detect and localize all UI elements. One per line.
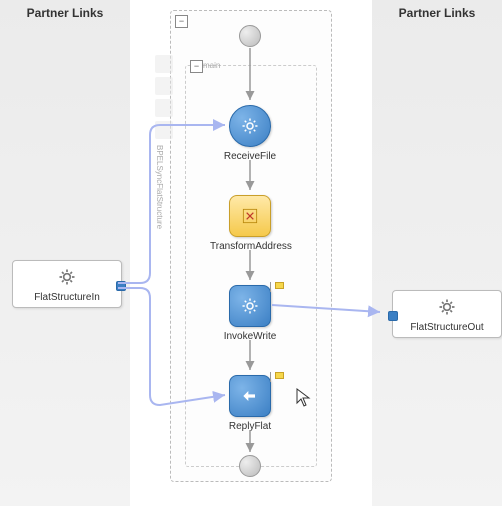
partnerlink-in-label: FlatStructureIn: [17, 292, 117, 303]
reply-activity[interactable]: ReplyFlat: [210, 375, 290, 432]
gear-icon: [241, 297, 259, 315]
transform-glyph-icon: [240, 206, 260, 226]
port-icon[interactable]: [116, 281, 126, 291]
gear-icon: [437, 297, 457, 317]
receive-icon: [229, 105, 271, 147]
partner-column-left: Partner Links: [0, 0, 130, 506]
partnerlink-out-label: FlatStructureOut: [397, 322, 497, 333]
cursor-icon: [296, 388, 312, 413]
transform-activity[interactable]: TransformAddress: [210, 195, 290, 252]
breakpoint-flag-icon[interactable]: [270, 282, 280, 292]
tool-handlers-icon[interactable]: [155, 121, 173, 139]
partner-header-right: Partner Links: [372, 0, 502, 26]
end-node[interactable]: [210, 455, 290, 477]
collapse-toggle-inner[interactable]: −: [190, 60, 203, 73]
partner-header-left: Partner Links: [0, 0, 130, 26]
partner-column-right: Partner Links: [372, 0, 502, 506]
process-toolbar: BPELSyncFlatStructure: [155, 55, 175, 265]
port-icon[interactable]: [388, 311, 398, 321]
invoke-label: InvokeWrite: [210, 331, 290, 342]
gear-icon: [241, 117, 259, 135]
transform-icon: [229, 195, 271, 237]
receive-activity[interactable]: ReceiveFile: [210, 105, 290, 162]
reply-icon: [229, 375, 271, 417]
start-node[interactable]: [210, 25, 290, 47]
end-circle-icon: [239, 455, 261, 477]
start-circle-icon: [239, 25, 261, 47]
receive-label: ReceiveFile: [210, 151, 290, 162]
invoke-icon: [229, 285, 271, 327]
gear-icon: [57, 267, 77, 287]
tool-partnerlinks-icon[interactable]: [155, 55, 173, 73]
tool-correlation-icon[interactable]: [155, 99, 173, 117]
tool-variables-icon[interactable]: [155, 77, 173, 95]
reply-glyph-icon: [240, 386, 260, 406]
process-name-vertical: BPELSyncFlatStructure: [155, 145, 164, 265]
transform-label: TransformAddress: [210, 241, 290, 252]
sequence-tag: main: [203, 61, 220, 70]
partnerlink-out[interactable]: FlatStructureOut: [392, 290, 502, 338]
collapse-toggle-outer[interactable]: −: [175, 15, 188, 28]
reply-label: ReplyFlat: [210, 421, 290, 432]
breakpoint-flag-icon[interactable]: [270, 372, 280, 382]
invoke-activity[interactable]: InvokeWrite: [210, 285, 290, 342]
partnerlink-in[interactable]: FlatStructureIn: [12, 260, 122, 308]
